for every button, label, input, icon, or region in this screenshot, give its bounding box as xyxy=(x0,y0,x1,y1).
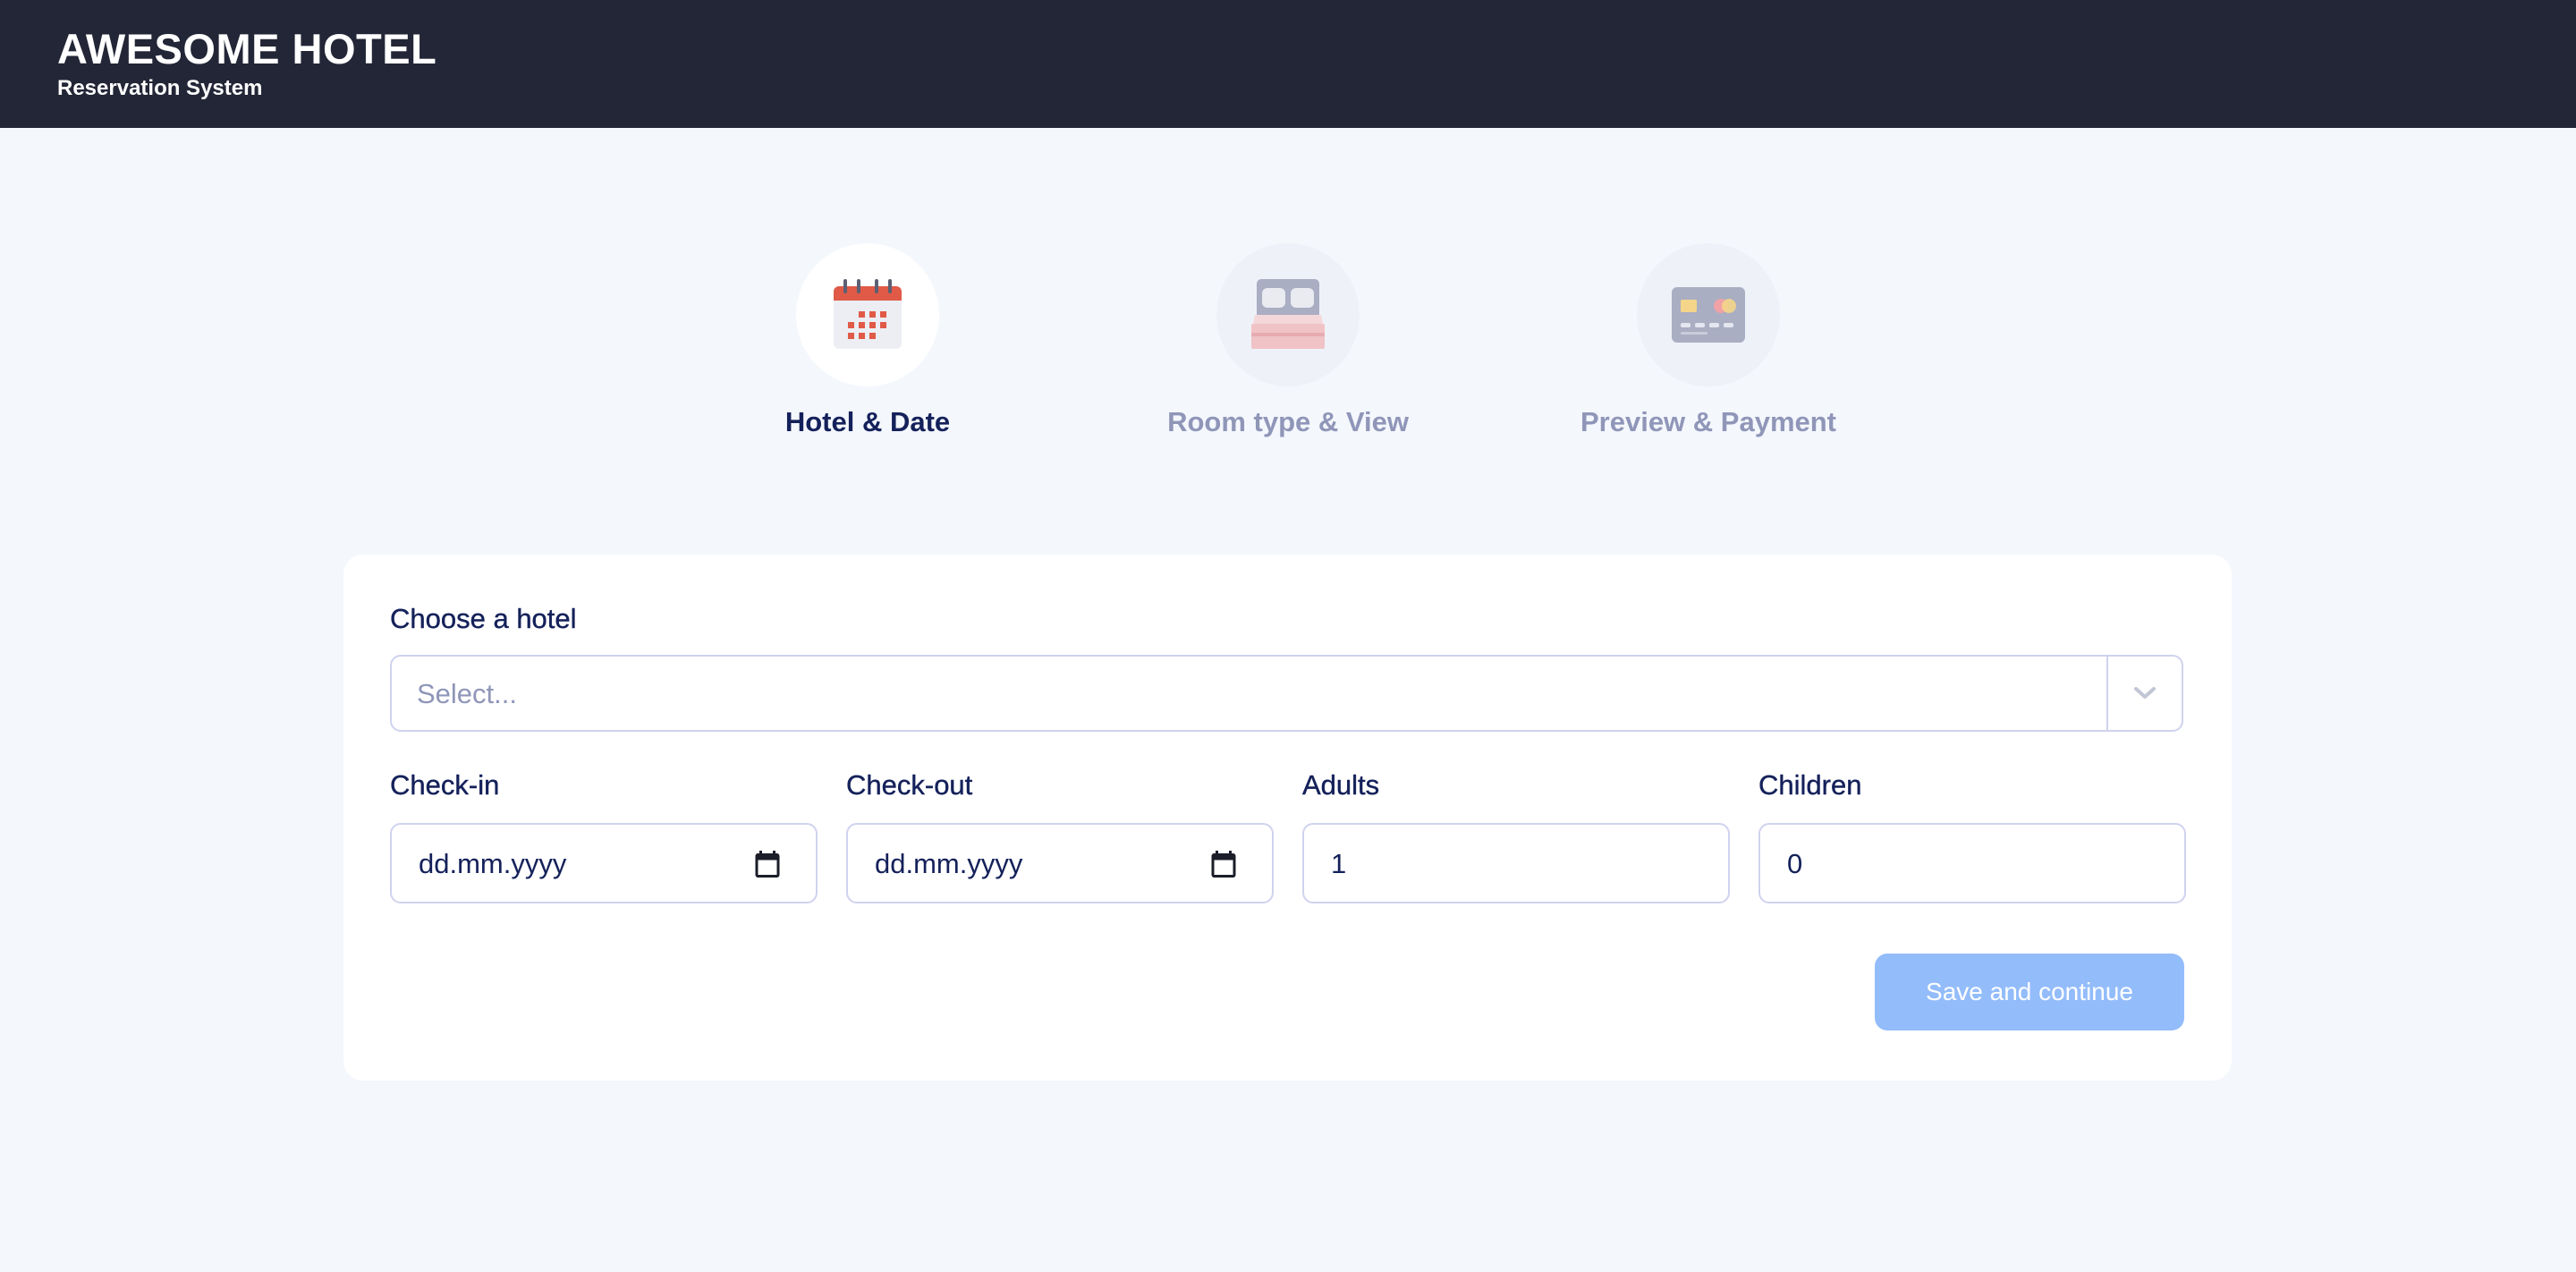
step-room-type-view[interactable]: Room type & View xyxy=(1082,243,1494,449)
chevron-down-icon[interactable] xyxy=(2108,657,2182,730)
children-value: 0 xyxy=(1787,848,1803,879)
hotel-select-label: Choose a hotel xyxy=(390,603,577,634)
step-preview-payment-label: Preview & Payment xyxy=(1580,406,1837,437)
hotel-select[interactable]: Select... xyxy=(390,655,2183,732)
calendar-icon[interactable] xyxy=(1208,848,1240,880)
app-header: AWESOME HOTEL Reservation System xyxy=(0,0,2576,128)
step-room-type-view-circle xyxy=(1216,243,1360,386)
step-preview-payment-circle xyxy=(1637,243,1780,386)
save-and-continue-button[interactable]: Save and continue xyxy=(1875,954,2184,1030)
reservation-form-card: Choose a hotel Select... Check-in dd.mm.… xyxy=(343,555,2232,1081)
children-label: Children xyxy=(1758,769,1862,801)
check-out-label: Check-out xyxy=(846,769,973,801)
app-title: AWESOME HOTEL xyxy=(57,25,437,72)
app-subtitle: Reservation System xyxy=(57,76,263,100)
adults-label: Adults xyxy=(1302,769,1380,801)
step-hotel-date-circle xyxy=(796,243,939,386)
step-hotel-date-label: Hotel & Date xyxy=(784,406,951,437)
adults-value: 1 xyxy=(1331,848,1347,879)
calendar-icon[interactable] xyxy=(751,848,784,880)
hotel-select-placeholder: Select... xyxy=(417,678,517,709)
check-out-input[interactable]: dd.mm.yyyy xyxy=(846,823,1274,903)
credit-card-icon xyxy=(1672,287,1745,343)
children-input[interactable]: 0 xyxy=(1758,823,2186,903)
step-room-type-view-label: Room type & View xyxy=(1167,406,1409,437)
step-preview-payment[interactable]: Preview & Payment xyxy=(1503,243,1914,449)
check-in-label: Check-in xyxy=(390,769,500,801)
calendar-icon xyxy=(834,279,902,349)
check-in-input[interactable]: dd.mm.yyyy xyxy=(390,823,818,903)
step-hotel-date[interactable]: Hotel & Date xyxy=(662,243,1073,449)
check-in-value: dd.mm.yyyy xyxy=(419,848,567,879)
adults-input[interactable]: 1 xyxy=(1302,823,1730,903)
check-out-value: dd.mm.yyyy xyxy=(875,848,1023,879)
bed-icon xyxy=(1251,279,1325,349)
